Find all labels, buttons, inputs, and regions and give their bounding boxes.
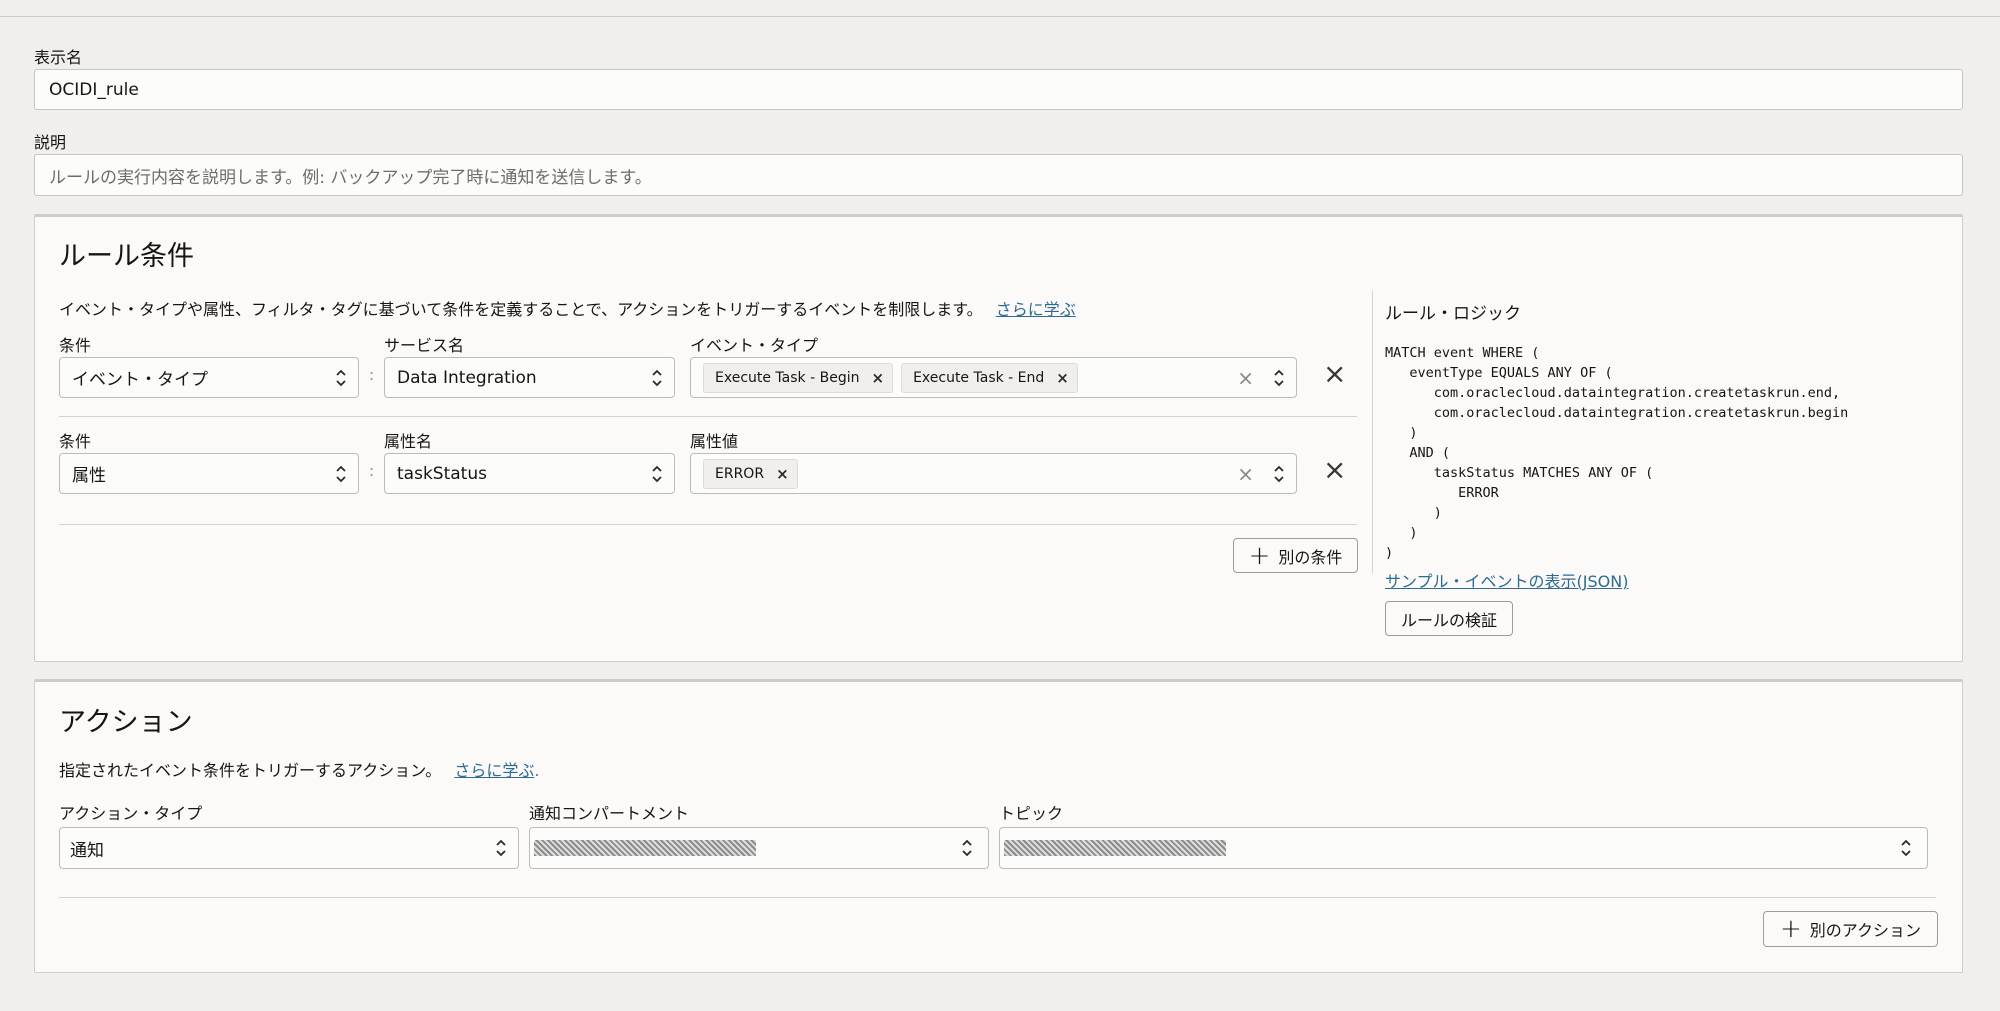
plus-icon: + bbox=[1780, 914, 1802, 944]
chevron-up-down-icon bbox=[652, 369, 662, 386]
row2-condition-value: 属性 bbox=[72, 466, 106, 486]
description-input[interactable]: ルールの実行内容を説明します。例: バックアップ完了時に通知を送信します。 bbox=[34, 154, 1963, 196]
chevron-up-down-icon bbox=[962, 839, 972, 857]
row1-event-type-label: イベント・タイプ bbox=[690, 336, 819, 355]
chevron-up-down-icon bbox=[496, 839, 506, 857]
event-type-chip: Execute Task - Begin × bbox=[703, 362, 894, 393]
row2-attribute-value-multiselect[interactable]: ERROR × × bbox=[690, 453, 1297, 494]
description-placeholder: ルールの実行内容を説明します。例: バックアップ完了時に通知を送信します。 bbox=[49, 167, 652, 188]
display-name-input[interactable]: OCIDI_rule bbox=[34, 69, 1963, 110]
redacted-topic-value bbox=[1004, 840, 1226, 856]
row2-condition-label: 条件 bbox=[59, 432, 92, 451]
clear-all-icon[interactable]: × bbox=[1237, 366, 1254, 390]
row2-attribute-name-select[interactable]: taskStatus bbox=[384, 453, 675, 494]
action-type-label: アクション・タイプ bbox=[59, 804, 203, 823]
actions-description: 指定されたイベント条件をトリガーするアクション。 さらに学ぶ. bbox=[59, 761, 540, 780]
rule-conditions-title: ルール条件 bbox=[59, 241, 194, 272]
row-divider bbox=[59, 416, 1357, 417]
row1-service-label: サービス名 bbox=[384, 336, 465, 355]
row2-separator: : bbox=[369, 462, 375, 480]
plus-icon: + bbox=[1248, 540, 1271, 571]
actions-title: アクション bbox=[59, 707, 193, 738]
conditions-bottom-divider bbox=[59, 524, 1357, 525]
compartment-select[interactable] bbox=[529, 827, 989, 869]
chip-remove-icon[interactable]: × bbox=[1056, 369, 1069, 387]
actions-panel bbox=[34, 679, 1963, 973]
actions-description-text: 指定されたイベント条件をトリガーするアクション。 bbox=[59, 761, 442, 780]
row2-attribute-name-label: 属性名 bbox=[384, 432, 433, 451]
rule-logic-code: MATCH event WHERE ( eventType EQUALS ANY… bbox=[1385, 345, 1849, 561]
row1-service-value: Data Integration bbox=[397, 367, 537, 388]
row2-condition-select[interactable]: 属性 bbox=[59, 453, 359, 494]
row2-attribute-name-value: taskStatus bbox=[397, 463, 487, 484]
row1-event-type-multiselect[interactable]: Execute Task - Begin × Execute Task - En… bbox=[690, 357, 1297, 398]
compartment-label: 通知コンパートメント bbox=[529, 804, 690, 823]
display-name-label: 表示名 bbox=[34, 48, 83, 67]
rule-logic-title: ルール・ロジック bbox=[1385, 304, 1521, 324]
rule-conditions-description-text: イベント・タイプや属性、フィルタ・タグに基づいて条件を定義することで、アクション… bbox=[59, 300, 983, 319]
add-action-label: 別のアクション bbox=[1809, 921, 1921, 940]
validate-rule-button[interactable]: ルールの検証 bbox=[1385, 601, 1513, 636]
action-type-value: 通知 bbox=[70, 840, 104, 861]
add-action-button[interactable]: + 別のアクション bbox=[1763, 911, 1938, 947]
description-label: 説明 bbox=[34, 133, 67, 152]
sample-event-json-link[interactable]: サンプル・イベントの表示(JSON) bbox=[1385, 568, 1628, 592]
chip-label: Execute Task - Begin bbox=[715, 369, 860, 386]
top-divider bbox=[0, 16, 2000, 17]
chip-remove-icon[interactable]: × bbox=[871, 369, 884, 387]
row1-condition-label: 条件 bbox=[59, 336, 92, 355]
rule-conditions-learn-more-link[interactable]: さらに学ぶ bbox=[996, 300, 1076, 319]
row2-remove-close-icon[interactable]: × bbox=[1323, 456, 1346, 484]
display-name-value: OCIDI_rule bbox=[49, 79, 139, 100]
chip-remove-icon[interactable]: × bbox=[776, 465, 789, 483]
chip-label: Execute Task - End bbox=[913, 369, 1045, 386]
add-condition-button[interactable]: + 別の条件 bbox=[1233, 538, 1358, 573]
row1-condition-select[interactable]: イベント・タイプ bbox=[59, 357, 359, 398]
chevron-up-down-icon bbox=[1274, 465, 1284, 482]
chevron-up-down-icon bbox=[336, 465, 346, 482]
event-type-chip: Execute Task - End × bbox=[901, 362, 1078, 393]
add-condition-label: 別の条件 bbox=[1278, 547, 1343, 567]
topic-select[interactable] bbox=[999, 827, 1928, 869]
row1-separator: : bbox=[369, 366, 375, 384]
actions-bottom-divider bbox=[59, 897, 1936, 898]
redacted-compartment-value bbox=[534, 840, 756, 856]
clear-all-icon[interactable]: × bbox=[1237, 462, 1254, 486]
row1-remove-close-icon[interactable]: × bbox=[1323, 360, 1346, 388]
attribute-value-chip: ERROR × bbox=[703, 458, 798, 489]
rule-conditions-description: イベント・タイプや属性、フィルタ・タグに基づいて条件を定義することで、アクション… bbox=[59, 296, 1076, 320]
chevron-up-down-icon bbox=[1901, 839, 1911, 857]
chip-label: ERROR bbox=[715, 465, 765, 482]
action-type-select[interactable]: 通知 bbox=[59, 827, 519, 869]
row2-attribute-value-label: 属性値 bbox=[690, 432, 739, 451]
rule-logic-divider bbox=[1372, 290, 1373, 574]
chevron-up-down-icon bbox=[336, 369, 346, 386]
topic-label: トピック bbox=[999, 804, 1064, 823]
row1-condition-value: イベント・タイプ bbox=[72, 370, 208, 390]
chevron-up-down-icon bbox=[1274, 369, 1284, 386]
validate-rule-label: ルールの検証 bbox=[1400, 610, 1497, 630]
chevron-up-down-icon bbox=[652, 465, 662, 482]
row1-service-select[interactable]: Data Integration bbox=[384, 357, 675, 398]
actions-learn-more-link[interactable]: さらに学ぶ bbox=[454, 761, 534, 780]
